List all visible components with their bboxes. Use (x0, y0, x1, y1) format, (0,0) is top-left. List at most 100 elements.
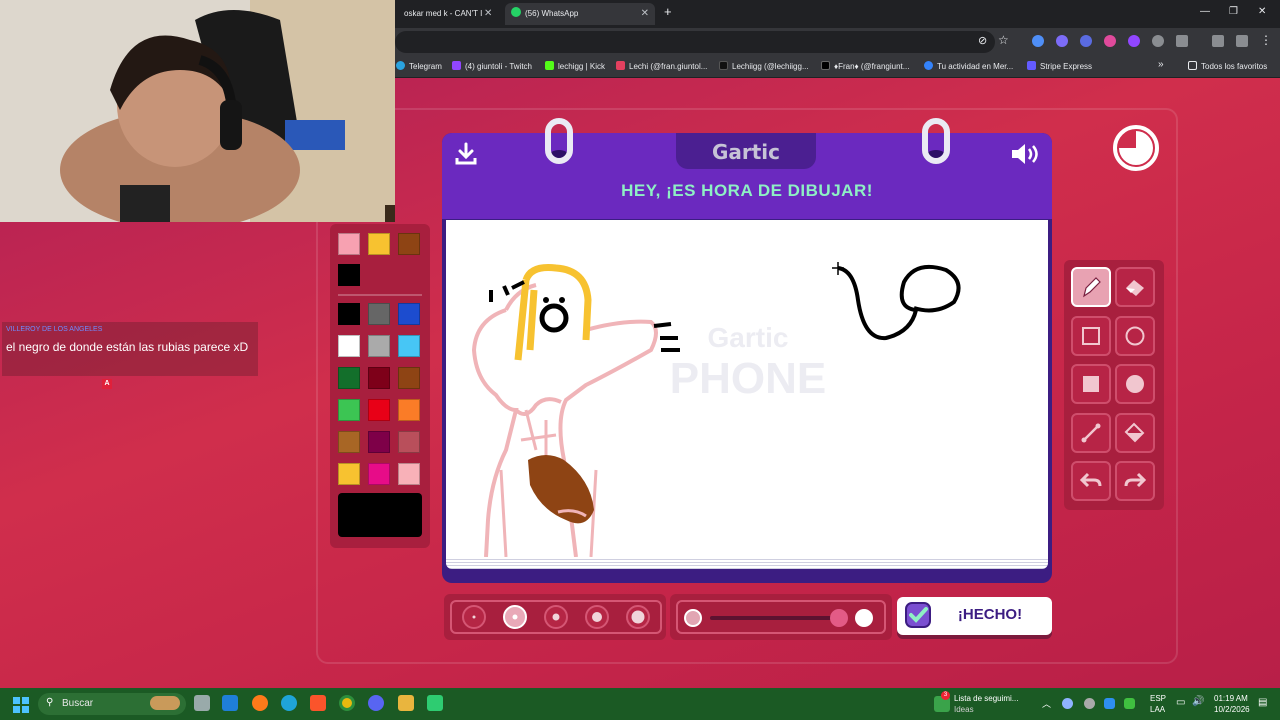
tool-line[interactable] (1071, 412, 1111, 453)
tool-fill-bucket[interactable] (1115, 412, 1155, 453)
network-icon[interactable]: ▭ (1176, 697, 1185, 708)
whatsapp-icon (511, 7, 521, 17)
app-icon[interactable] (427, 695, 443, 711)
tool-eraser[interactable] (1115, 267, 1155, 307)
tool-rectangle-outline[interactable] (1071, 315, 1111, 356)
chrome-icon[interactable] (339, 695, 355, 711)
color-swatch[interactable] (338, 463, 360, 485)
close-window-icon[interactable]: ✕ (1258, 6, 1266, 17)
close-tab-icon[interactable]: ✕ (484, 8, 492, 19)
tray-icon[interactable] (1104, 698, 1115, 709)
camera-off-icon[interactable]: ⊘ (978, 34, 990, 47)
news-badge: 3 (941, 691, 950, 700)
edge-icon[interactable] (281, 695, 297, 711)
tool-rectangle-filled[interactable] (1071, 364, 1111, 404)
bookmark-mercadolibre[interactable]: Tu actividad en Mer... (924, 61, 1013, 71)
bookmark-tiktok[interactable]: Lechiigg (@lechiigg... (719, 61, 809, 71)
minimize-icon[interactable]: — (1200, 6, 1210, 17)
sound-icon[interactable] (1010, 142, 1042, 166)
bookmark-kick[interactable]: lechigg | Kick (545, 61, 605, 71)
download-icon[interactable] (454, 142, 478, 166)
color-swatch[interactable] (338, 303, 360, 325)
bookmark-twitch[interactable]: (4) giuntoli - Twitch (452, 61, 532, 71)
media-icon[interactable] (1212, 35, 1224, 47)
close-tab-icon[interactable]: ✕ (641, 3, 649, 25)
color-swatch[interactable] (338, 399, 360, 421)
clock-date: 10/2/2026 (1214, 705, 1250, 714)
volume-icon[interactable]: 🔊 (1192, 696, 1204, 707)
color-swatch[interactable] (398, 303, 420, 325)
brush-size-l[interactable] (585, 605, 609, 629)
bookmarks-overflow-icon[interactable]: » (1158, 59, 1164, 70)
color-swatch[interactable] (398, 399, 420, 421)
tool-ellipse-filled[interactable] (1115, 364, 1155, 404)
tray-icon[interactable] (1124, 698, 1135, 709)
profile-icon[interactable] (1236, 35, 1248, 47)
firefox-icon[interactable] (252, 695, 268, 711)
bookmark-x[interactable]: ♦Fran♦ (@frangiunt... (821, 61, 909, 71)
extension-icon[interactable] (1104, 35, 1116, 47)
brush-size-m[interactable] (544, 605, 568, 629)
address-bar[interactable] (395, 31, 995, 53)
tool-ellipse-outline[interactable] (1115, 315, 1155, 356)
task-view-icon[interactable] (194, 695, 210, 711)
discord-icon[interactable] (368, 695, 384, 711)
bookmark-stripe[interactable]: Stripe Express (1027, 61, 1092, 71)
brave-icon[interactable] (310, 695, 326, 711)
brush-size-xs[interactable] (462, 605, 486, 629)
color-swatch[interactable] (338, 335, 360, 357)
new-tab-button[interactable]: + (664, 4, 672, 19)
color-swatch[interactable] (338, 264, 360, 286)
x-icon (821, 61, 830, 70)
news-title[interactable]: Lista de seguimi... (954, 694, 1018, 703)
tab-whatsapp[interactable]: (56) WhatsApp ✕ (505, 3, 655, 25)
language-code[interactable]: ESP (1150, 694, 1166, 703)
opacity-slider-handle[interactable] (830, 609, 848, 627)
bookmark-instagram[interactable]: Lechi (@fran.giuntol... (616, 61, 707, 71)
color-swatch[interactable] (398, 367, 420, 389)
extension-icon[interactable] (1032, 35, 1044, 47)
color-swatch[interactable] (368, 335, 390, 357)
color-swatch[interactable] (398, 335, 420, 357)
color-swatch[interactable] (368, 431, 390, 453)
clock-time[interactable]: 01:19 AM (1214, 694, 1248, 703)
color-swatch[interactable] (368, 303, 390, 325)
brush-size-xl[interactable] (626, 605, 650, 629)
tray-icon[interactable] (1084, 698, 1095, 709)
color-swatch[interactable] (398, 233, 420, 255)
explorer-icon[interactable] (222, 695, 238, 711)
notification-icon[interactable]: ▤ (1258, 697, 1267, 708)
color-swatch[interactable] (368, 399, 390, 421)
extension-icon[interactable] (1056, 35, 1068, 47)
color-swatch[interactable] (338, 431, 360, 453)
color-swatch[interactable] (338, 233, 360, 255)
extension-icon[interactable] (1152, 35, 1164, 47)
color-swatch[interactable] (398, 431, 420, 453)
all-bookmarks-folder[interactable]: Todos los favoritos (1188, 61, 1267, 71)
color-swatch[interactable] (368, 233, 390, 255)
color-swatch[interactable] (368, 367, 390, 389)
chevron-up-icon[interactable]: ︿ (1042, 697, 1051, 710)
extension-icon[interactable] (1128, 35, 1140, 47)
brush-size-s[interactable] (503, 605, 527, 629)
tool-redo[interactable] (1115, 461, 1155, 501)
tab-title: (56) WhatsApp (525, 9, 579, 18)
color-swatch[interactable] (368, 463, 390, 485)
tool-pen[interactable] (1071, 267, 1111, 307)
extension-icon[interactable] (1080, 35, 1092, 47)
eraser-icon (1126, 280, 1144, 296)
menu-icon[interactable]: ⋮ (1260, 33, 1272, 47)
opacity-slider-track[interactable] (710, 616, 840, 620)
bookmark-label: ♦Fran♦ (@frangiunt... (834, 62, 910, 71)
tray-icon[interactable] (1062, 698, 1073, 709)
maximize-icon[interactable]: ❐ (1229, 6, 1238, 17)
bookmark-telegram[interactable]: Telegram (396, 61, 442, 71)
search-highlight-icon (150, 696, 180, 710)
bookmark-star-icon[interactable]: ☆ (998, 33, 1010, 47)
puzzle-icon[interactable] (1176, 35, 1188, 47)
color-swatch[interactable] (398, 463, 420, 485)
tool-undo[interactable] (1071, 461, 1111, 501)
app-icon[interactable] (398, 695, 414, 711)
windows-start-icon[interactable] (13, 697, 29, 713)
color-swatch[interactable] (338, 367, 360, 389)
